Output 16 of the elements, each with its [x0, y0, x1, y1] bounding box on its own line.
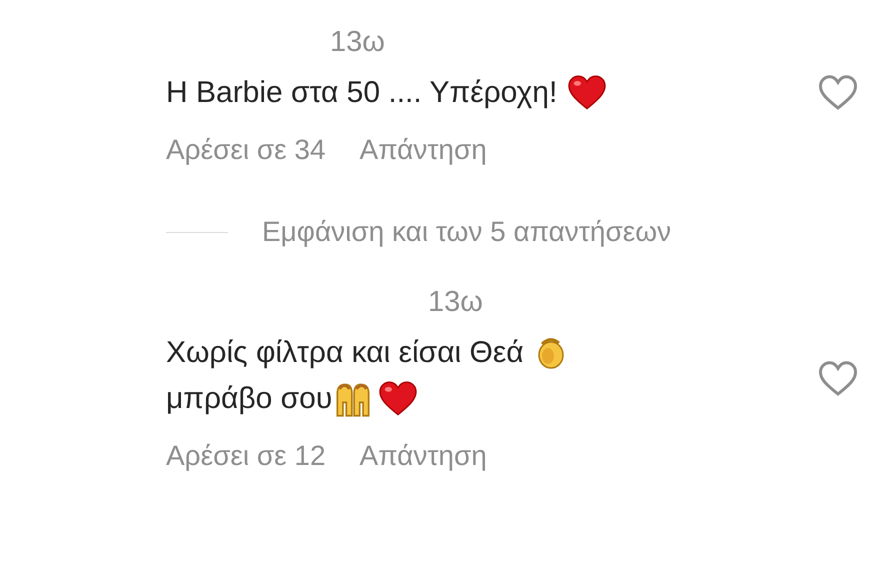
view-replies-link[interactable]: Εμφάνιση και των 5 απαντήσεων	[262, 216, 672, 248]
reply-button[interactable]: Απάντηση	[360, 134, 487, 166]
heart-icon	[818, 74, 858, 112]
likes-count[interactable]: Αρέσει σε 34	[166, 134, 326, 166]
comment-text: Η Barbie στα 50 .... Υπέροχη!	[166, 76, 558, 110]
comment-time[interactable]: 13ω	[330, 24, 385, 60]
reply-button[interactable]: Απάντηση	[360, 440, 487, 472]
comment-time[interactable]: 13ω	[428, 284, 483, 320]
comment-text: μπράβο σου	[166, 382, 332, 416]
comment-text: Χωρίς φίλτρα και είσαι Θεά	[166, 336, 524, 370]
heart-emoji-icon	[567, 75, 608, 111]
heart-emoji-icon	[378, 381, 418, 417]
heart-icon	[818, 360, 858, 398]
like-button[interactable]	[818, 74, 858, 112]
likes-count[interactable]: Αρέσει σε 12	[166, 440, 326, 472]
like-button[interactable]	[818, 360, 858, 398]
